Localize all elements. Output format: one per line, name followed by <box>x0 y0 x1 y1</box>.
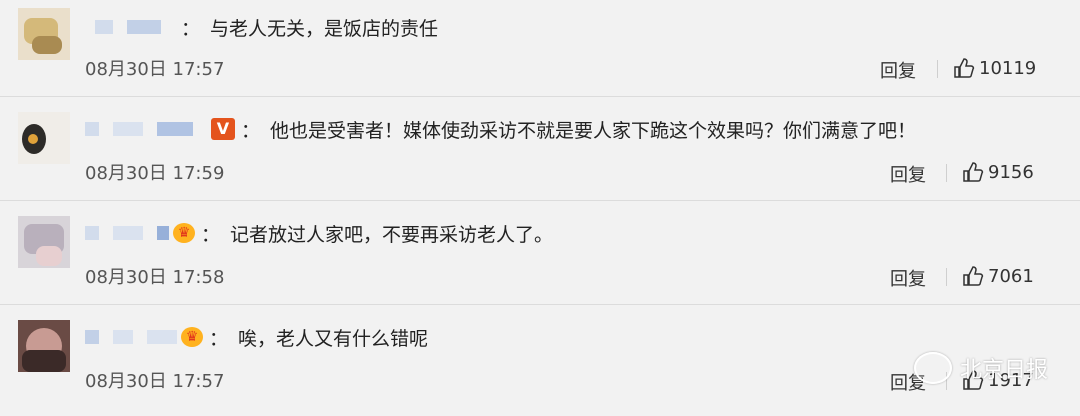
reply-button[interactable]: 回复 <box>890 265 926 291</box>
comment-item: V ： 他也是受害者！媒体使劲采访不就是要人家下跪这个效果吗？你们满意了吧！ 0… <box>0 104 1080 208</box>
comment-item: ： 与老人无关，是饭店的责任 08月30日 17:57 回复 10119 <box>0 0 1080 104</box>
vip-badge: V <box>211 118 235 140</box>
crown-icon: ♛ <box>173 223 195 243</box>
username[interactable]: ♛ ： 唉，老人又有什么错呢 <box>85 326 429 350</box>
avatar[interactable] <box>18 8 70 60</box>
separator <box>0 96 1080 97</box>
like-button[interactable]: 7061 <box>962 265 1034 287</box>
crown-icon: ♛ <box>181 327 203 347</box>
like-button[interactable]: 9156 <box>962 161 1034 183</box>
reply-button[interactable]: 回复 <box>890 161 926 187</box>
thumbs-up-icon <box>963 266 984 286</box>
like-count: 7061 <box>988 265 1034 287</box>
colon: ： <box>241 119 261 142</box>
divider <box>937 60 938 78</box>
avatar[interactable] <box>18 320 70 372</box>
colon: ： <box>209 327 229 350</box>
comment-date: 08月30日 17:59 <box>85 163 225 184</box>
separator <box>0 200 1080 201</box>
username[interactable]: ♛ ： 记者放过人家吧，不要再采访老人了。 <box>85 222 554 246</box>
avatar[interactable] <box>18 112 70 164</box>
comment-text: 唉，老人又有什么错呢 <box>238 327 429 350</box>
username[interactable]: ： 与老人无关，是饭店的责任 <box>95 16 439 40</box>
like-count: 9156 <box>988 161 1034 183</box>
watermark-text: 北京日报 <box>959 358 1048 383</box>
username[interactable]: V ： 他也是受害者！媒体使劲采访不就是要人家下跪这个效果吗？你们满意了吧！ <box>85 118 917 142</box>
thumbs-up-icon <box>954 58 975 78</box>
like-count: 10119 <box>979 57 1037 79</box>
comment-date: 08月30日 17:58 <box>85 267 225 288</box>
wechat-icon <box>913 352 952 384</box>
comment-item: ♛ ： 记者放过人家吧，不要再采访老人了。 08月30日 17:58 回复 70… <box>0 208 1080 312</box>
comment-date: 08月30日 17:57 <box>85 371 225 392</box>
divider <box>946 268 947 286</box>
comment-text: 他也是受害者！媒体使劲采访不就是要人家下跪这个效果吗？你们满意了吧！ <box>270 119 917 142</box>
watermark: 北京日报 <box>913 352 1048 384</box>
comment-date: 08月30日 17:57 <box>85 59 225 80</box>
reply-button[interactable]: 回复 <box>880 57 916 83</box>
separator <box>0 304 1080 305</box>
colon: ： <box>201 223 221 246</box>
avatar[interactable] <box>18 216 70 268</box>
comment-text: 与老人无关，是饭店的责任 <box>210 17 439 40</box>
thumbs-up-icon <box>963 162 984 182</box>
comment-text: 记者放过人家吧，不要再采访老人了。 <box>230 223 554 246</box>
divider <box>946 164 947 182</box>
like-button[interactable]: 10119 <box>953 57 1036 79</box>
colon: ： <box>181 17 201 40</box>
